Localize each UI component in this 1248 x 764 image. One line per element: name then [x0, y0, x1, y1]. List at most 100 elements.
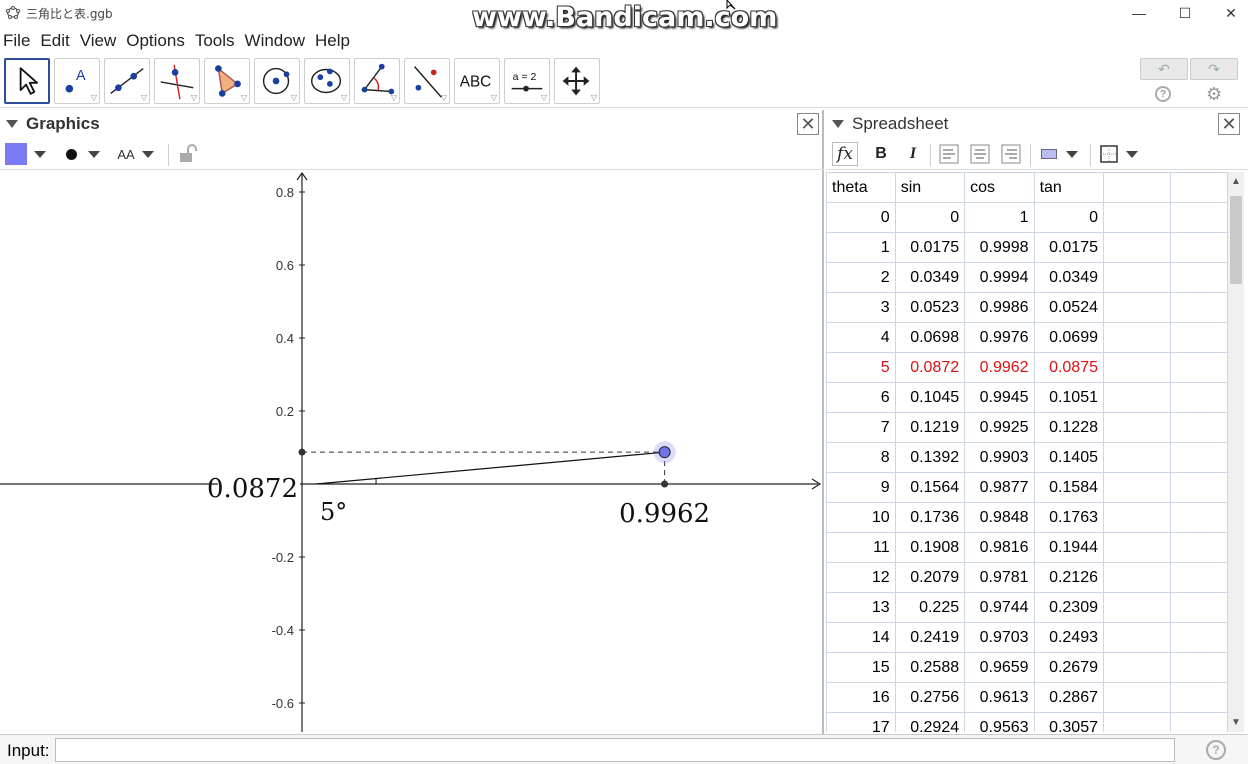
minimize-button[interactable]: —	[1116, 0, 1162, 26]
background-color-button[interactable]	[1038, 142, 1060, 166]
point-tool-button[interactable]: A ▽	[54, 58, 100, 104]
table-cell[interactable]: 0.1944	[1033, 532, 1105, 563]
table-cell[interactable]: 0.0875	[1033, 352, 1105, 383]
border-dropdown[interactable]	[1124, 142, 1140, 166]
table-cell[interactable]: 0.9925	[964, 412, 1035, 443]
spreadsheet-header[interactable]: Spreadsheet	[826, 110, 948, 138]
empty-cell[interactable]	[1169, 412, 1228, 443]
table-cell[interactable]: 0.1584	[1033, 472, 1105, 503]
empty-cell[interactable]	[1103, 232, 1171, 263]
table-cell[interactable]: 10	[826, 502, 896, 533]
table-cell[interactable]: 0.9744	[964, 592, 1035, 623]
table-cell[interactable]: 0.2924	[894, 712, 966, 732]
polygon-tool-button[interactable]: ▽	[204, 58, 250, 104]
empty-cell[interactable]	[1169, 712, 1228, 732]
help-icon[interactable]: ?	[1155, 86, 1171, 102]
table-cell[interactable]: 0.0523	[894, 292, 966, 323]
scroll-up-icon[interactable]: ▲	[1231, 176, 1241, 187]
table-cell[interactable]: 0.0175	[894, 232, 966, 263]
empty-cell[interactable]	[1103, 592, 1171, 623]
table-cell[interactable]: 0.9994	[964, 262, 1035, 293]
angle-tool-button[interactable]: ▽	[354, 58, 400, 104]
empty-cell[interactable]	[1169, 202, 1228, 233]
table-cell[interactable]: 0.9781	[964, 562, 1035, 593]
table-cell[interactable]: 0.1051	[1033, 382, 1105, 413]
table-cell[interactable]: 0.9563	[964, 712, 1035, 732]
table-cell[interactable]: 0.9659	[964, 652, 1035, 683]
table-cell[interactable]: 12	[826, 562, 896, 593]
table-cell[interactable]: 0.9945	[964, 382, 1035, 413]
table-cell[interactable]: 16	[826, 682, 896, 713]
header-cell[interactable]: theta	[826, 172, 896, 203]
table-cell[interactable]: 9	[826, 472, 896, 503]
table-cell[interactable]: 0.2126	[1033, 562, 1105, 593]
empty-cell[interactable]	[1169, 352, 1228, 383]
align-right-button[interactable]	[1000, 142, 1022, 166]
empty-cell[interactable]	[1169, 622, 1228, 653]
empty-cell[interactable]	[1103, 562, 1171, 593]
table-cell[interactable]: 1	[826, 232, 896, 263]
table-cell[interactable]: 0.9903	[964, 442, 1035, 473]
table-cell[interactable]: 0.9976	[964, 322, 1035, 353]
table-cell[interactable]: 0.1405	[1033, 442, 1105, 473]
move-graphics-tool-button[interactable]: ▽	[554, 58, 600, 104]
circle-tool-button[interactable]: ▽	[254, 58, 300, 104]
input-field[interactable]	[55, 738, 1175, 762]
bold-button[interactable]: B	[870, 142, 892, 166]
settings-gear-icon[interactable]: ⚙	[1206, 84, 1222, 105]
table-cell[interactable]: 0.0349	[894, 262, 966, 293]
empty-cell[interactable]	[1169, 652, 1228, 683]
perpendicular-line-tool-button[interactable]: ▽	[154, 58, 200, 104]
italic-button[interactable]: I	[902, 142, 924, 166]
empty-cell[interactable]	[1169, 322, 1228, 353]
table-cell[interactable]: 0.9877	[964, 472, 1035, 503]
table-cell[interactable]: 0.2588	[894, 652, 966, 683]
empty-cell[interactable]	[1169, 682, 1228, 713]
text-tool-button[interactable]: ABC ▽	[454, 58, 500, 104]
color-swatch[interactable]	[5, 143, 27, 165]
empty-cell[interactable]	[1169, 232, 1228, 263]
empty-cell[interactable]	[1103, 412, 1171, 443]
table-cell[interactable]: 0.1392	[894, 442, 966, 473]
empty-cell[interactable]	[1169, 382, 1228, 413]
header-cell[interactable]: tan	[1033, 172, 1105, 203]
menu-view[interactable]: View	[79, 31, 118, 51]
table-cell[interactable]: 0.0872	[894, 352, 966, 383]
collapse-caret-icon[interactable]	[832, 120, 844, 128]
table-cell[interactable]: 0.2493	[1033, 622, 1105, 653]
menu-options[interactable]: Options	[125, 31, 186, 51]
scrollbar-thumb[interactable]	[1230, 196, 1242, 284]
table-cell[interactable]: 0.0524	[1033, 292, 1105, 323]
table-cell[interactable]: 3	[826, 292, 896, 323]
empty-cell[interactable]	[1169, 172, 1228, 203]
table-cell[interactable]: 0.225	[894, 592, 966, 623]
table-cell[interactable]: 0.2679	[1033, 652, 1105, 683]
empty-cell[interactable]	[1103, 382, 1171, 413]
align-center-button[interactable]	[969, 142, 991, 166]
redo-button[interactable]: ↷	[1190, 58, 1238, 80]
align-left-button[interactable]	[938, 142, 960, 166]
move-tool-button[interactable]	[4, 58, 50, 104]
empty-cell[interactable]	[1103, 442, 1171, 473]
undo-button[interactable]: ↶	[1140, 58, 1188, 80]
scroll-down-icon[interactable]: ▼	[1231, 717, 1241, 728]
table-cell[interactable]: 4	[826, 322, 896, 353]
table-cell[interactable]: 0.1763	[1033, 502, 1105, 533]
table-cell[interactable]: 2	[826, 262, 896, 293]
spreadsheet-grid[interactable]: theta sin cos tan 0 0 1 0 1 0.0175 0.9998 0.0175 2 0.…	[826, 172, 1228, 732]
table-cell[interactable]: 8	[826, 442, 896, 473]
table-cell[interactable]: 0.1564	[894, 472, 966, 503]
table-cell[interactable]: 15	[826, 652, 896, 683]
table-cell[interactable]: 5	[826, 352, 896, 383]
menu-file[interactable]: File	[2, 31, 31, 51]
empty-cell[interactable]	[1103, 262, 1171, 293]
graphics-canvas[interactable]: 0.8 0.6 0.4 0.2 -0.2 -0.4 -0.6 0.0872 0.9962 5…	[0, 172, 822, 732]
header-cell[interactable]: cos	[964, 172, 1035, 203]
table-cell[interactable]: 0.0175	[1033, 232, 1105, 263]
reflect-tool-button[interactable]: ▽	[404, 58, 450, 104]
table-cell[interactable]: 0.3057	[1033, 712, 1105, 732]
text-size-dropdown[interactable]	[140, 142, 156, 166]
table-cell[interactable]: 0.2867	[1033, 682, 1105, 713]
table-cell[interactable]: 0.0349	[1033, 262, 1105, 293]
table-cell[interactable]: 0.9703	[964, 622, 1035, 653]
